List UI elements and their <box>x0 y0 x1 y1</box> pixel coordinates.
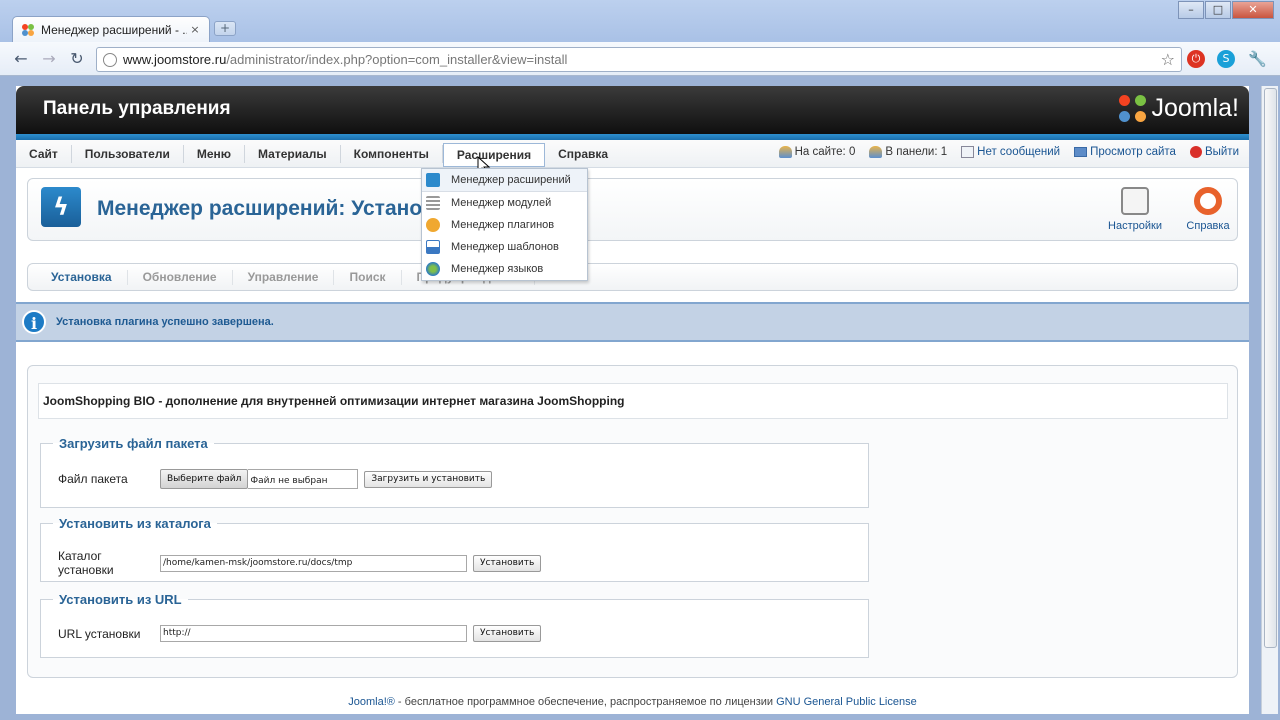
logout-link[interactable]: Выйти <box>1189 146 1239 158</box>
module-manager-icon <box>426 196 440 210</box>
page-title: Менеджер расширений: Установка <box>97 197 458 220</box>
main-menu: Сайт Пользователи Меню Материалы Компоне… <box>16 140 1249 168</box>
package-file-label: Файл пакета <box>58 472 128 486</box>
reload-icon[interactable]: ↻ <box>66 48 88 70</box>
url-row: URL установки http:// Установить <box>58 625 542 642</box>
menu-item-site[interactable]: Сайт <box>16 144 72 163</box>
view-site-link[interactable]: Просмотр сайта <box>1074 146 1176 158</box>
admin-users-icon <box>869 146 883 158</box>
minimize-button[interactable]: – <box>1178 1 1204 19</box>
joomla-wordmark: Joomla! <box>1151 94 1239 122</box>
maximize-button[interactable]: □ <box>1205 1 1231 19</box>
settings-icon <box>1121 187 1149 215</box>
install-url-button[interactable]: Установить <box>473 625 542 642</box>
browser-toolbar: ← → ↻ www.joomstore.ru/administrator/ind… <box>0 42 1280 76</box>
install-directory-input[interactable]: /home/kamen-msk/joomstore.ru/docs/tmp <box>160 554 467 572</box>
url-legend: Установить из URL <box>59 592 182 607</box>
menu-item-components[interactable]: Компоненты <box>341 144 443 163</box>
tab-install[interactable]: Установка <box>36 269 128 285</box>
menu-item-menus[interactable]: Меню <box>184 144 246 163</box>
globe-icon <box>426 262 440 276</box>
upload-install-button[interactable]: Загрузить и установить <box>364 470 493 488</box>
upload-package-fieldset: Загрузить файл пакета Файл пакета Выбери… <box>40 436 869 508</box>
extension-manager-small-icon <box>426 173 440 187</box>
admin-header: Панель управления Joomla! <box>16 86 1249 134</box>
logout-icon <box>1189 146 1202 158</box>
upload-legend: Загрузить файл пакета <box>59 436 208 451</box>
messages-icon <box>961 146 975 158</box>
users-icon <box>778 146 792 158</box>
page-icon <box>103 52 117 67</box>
bookmark-star-icon[interactable]: ☆ <box>1161 50 1175 69</box>
page-toolbar: ϟ Менеджер расширений: Установка Настрой… <box>27 178 1238 241</box>
dropdown-item-language-manager[interactable]: Менеджер языков <box>422 258 587 280</box>
template-manager-icon <box>426 240 440 254</box>
window-controls: – □ ✕ <box>1177 1 1274 19</box>
extension-description: JoomShopping BIO - дополнение для внутре… <box>38 383 1228 419</box>
install-directory-fieldset: Установить из каталога Каталог установки… <box>40 516 869 582</box>
dropdown-item-module-manager[interactable]: Менеджер модулей <box>422 192 587 214</box>
footer-text: - бесплатное программное обеспечение, ра… <box>394 696 777 708</box>
joomla-logo-icon <box>1119 94 1147 123</box>
url-text: www.joomstore.ru/administrator/index.php… <box>123 52 568 67</box>
menu-item-help[interactable]: Справка <box>545 145 621 163</box>
upload-row: Файл пакета Выберите файл Файл не выбран… <box>58 469 493 489</box>
new-tab-button[interactable]: + <box>214 21 236 36</box>
plugin-manager-icon <box>426 218 440 232</box>
menu-item-extensions[interactable]: Расширения <box>442 142 546 167</box>
users-on-site: На сайте: 0 <box>778 146 855 158</box>
footer: Joomla!® - бесплатное программное обеспе… <box>16 696 1249 708</box>
settings-button[interactable]: Настройки <box>1103 187 1167 232</box>
menu-item-users[interactable]: Пользователи <box>72 144 184 163</box>
dropdown-item-extension-manager[interactable]: Менеджер расширений <box>422 169 587 192</box>
menu-item-content[interactable]: Материалы <box>245 144 341 163</box>
messages-link[interactable]: Нет сообщений <box>961 146 1060 158</box>
tab-title: Менеджер расширений - ... <box>41 22 187 37</box>
dropdown-item-template-manager[interactable]: Менеджер шаблонов <box>422 236 587 258</box>
directory-legend: Установить из каталога <box>59 516 211 531</box>
info-icon: i <box>22 310 46 334</box>
directory-row: Каталог установки /home/kamen-msk/joomst… <box>58 549 542 577</box>
install-url-input[interactable]: http:// <box>160 625 467 642</box>
choose-file-button[interactable]: Выберите файл <box>160 469 249 489</box>
close-window-button[interactable]: ✕ <box>1232 1 1274 19</box>
browser-titlebar: Менеджер расширений - ... × + – □ ✕ <box>0 0 1280 42</box>
joomla-admin-page: Панель управления Joomla! Сайт Пользоват… <box>16 86 1249 714</box>
joomla-logo: Joomla! <box>1119 94 1239 123</box>
wrench-icon[interactable]: 🔧 <box>1248 50 1267 68</box>
users-in-panel: В панели: 1 <box>869 146 947 158</box>
install-directory-button[interactable]: Установить <box>473 554 542 572</box>
tab-manage[interactable]: Управление <box>233 269 335 285</box>
joomla-favicon-icon <box>21 23 35 37</box>
dropdown-item-plugin-manager[interactable]: Менеджер плагинов <box>422 214 587 236</box>
scrollbar-thumb[interactable] <box>1264 88 1277 648</box>
install-url-fieldset: Установить из URL URL установки http:// … <box>40 592 869 658</box>
extension-manager-icon: ϟ <box>41 187 81 227</box>
message-text: Установка плагина успешно завершена. <box>56 316 274 328</box>
tab-close-icon[interactable]: × <box>187 23 203 36</box>
installer-tabs: Установка Обновление Управление Поиск Пр… <box>27 263 1238 291</box>
gpl-license-link[interactable]: GNU General Public License <box>776 696 917 708</box>
back-arrow-icon[interactable]: ← <box>10 48 32 70</box>
installer-panel: JoomShopping BIO - дополнение для внутре… <box>27 365 1238 678</box>
browser-tab[interactable]: Менеджер расширений - ... × <box>12 16 210 42</box>
address-bar[interactable]: www.joomstore.ru/administrator/index.php… <box>96 47 1182 72</box>
install-directory-label: Каталог установки <box>58 549 114 577</box>
system-message: i Установка плагина успешно завершена. <box>16 302 1249 342</box>
skype-extension-icon[interactable]: S <box>1217 50 1235 68</box>
status-area: На сайте: 0 В панели: 1 Нет сообщений Пр… <box>765 146 1239 158</box>
tab-update[interactable]: Обновление <box>128 269 233 285</box>
lifebuoy-icon <box>1194 187 1222 215</box>
forward-arrow-icon[interactable]: → <box>38 48 60 70</box>
help-button[interactable]: Справка <box>1180 187 1236 232</box>
install-url-label: URL установки <box>58 626 141 641</box>
adblock-extension-icon[interactable]: ⏻ <box>1187 50 1205 68</box>
joomla-link[interactable]: Joomla!® <box>348 696 395 708</box>
page-scrollbar[interactable] <box>1261 86 1278 714</box>
admin-title: Панель управления <box>43 98 231 119</box>
extensions-dropdown: Менеджер расширений Менеджер модулей Мен… <box>421 168 588 281</box>
tab-discover[interactable]: Поиск <box>334 269 402 285</box>
preview-icon <box>1074 147 1088 157</box>
no-file-chosen-text: Файл не выбран <box>248 469 359 489</box>
